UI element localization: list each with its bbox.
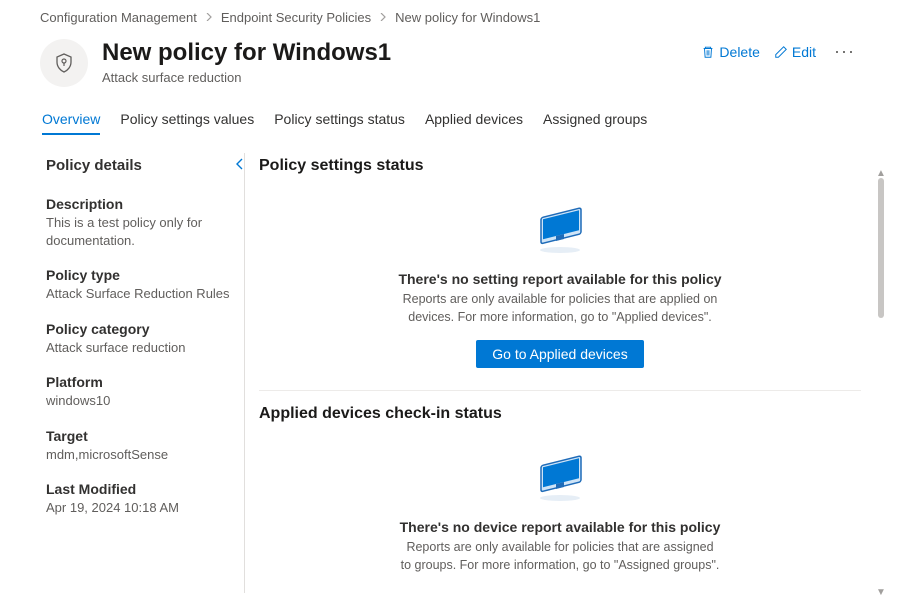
edit-button[interactable]: Edit [774,44,816,60]
detail-value: Attack surface reduction [46,339,232,357]
tab-policy-settings-status[interactable]: Policy settings status [274,111,405,135]
detail-description: Description This is a test policy only f… [46,196,232,249]
scrollbar[interactable]: ▲ ▼ [877,168,885,598]
empty-state-devices: There's no device report available for t… [259,451,861,590]
empty-devices-desc: Reports are only available for policies … [400,539,720,574]
empty-state-settings: There's no setting report available for … [259,203,861,391]
detail-label: Policy type [46,267,232,283]
scroll-down-arrow-icon[interactable]: ▼ [876,587,886,598]
detail-last-modified: Last Modified Apr 19, 2024 10:18 AM [46,481,232,517]
breadcrumb-item-1[interactable]: Endpoint Security Policies [221,10,371,25]
detail-value: This is a test policy only for documenta… [46,214,232,249]
detail-label: Policy category [46,321,232,337]
chevron-right-icon [379,12,387,24]
more-actions-button[interactable]: ··· [830,41,859,62]
section-applied-devices-title: Applied devices check-in status [259,405,861,423]
page-subtitle: Attack surface reduction [102,70,687,85]
page-title: New policy for Windows1 [102,39,687,68]
detail-value: Attack Surface Reduction Rules [46,285,232,303]
policy-shield-icon [40,39,88,87]
edit-label: Edit [792,44,816,60]
empty-settings-title: There's no setting report available for … [289,271,831,287]
detail-label: Last Modified [46,481,232,497]
breadcrumb-item-0[interactable]: Configuration Management [40,10,197,25]
section-policy-settings-status-title: Policy settings status [259,157,861,175]
detail-label: Description [46,196,232,212]
monitor-illustration-icon [528,203,592,255]
detail-platform: Platform windows10 [46,374,232,410]
collapse-panel-button[interactable] [234,157,246,173]
detail-value: windows10 [46,392,232,410]
delete-button[interactable]: Delete [701,44,759,60]
detail-value: mdm,microsoftSense [46,446,232,464]
tab-policy-settings-values[interactable]: Policy settings values [120,111,254,135]
tabs: Overview Policy settings values Policy s… [0,87,899,135]
main-panel: Policy settings status There's no settin… [259,153,879,590]
breadcrumb: Configuration Management Endpoint Securi… [0,0,899,33]
monitor-illustration-icon [528,451,592,503]
detail-value: Apr 19, 2024 10:18 AM [46,499,232,517]
tab-assigned-groups[interactable]: Assigned groups [543,111,647,135]
scroll-thumb[interactable] [878,178,884,318]
detail-policy-category: Policy category Attack surface reduction [46,321,232,357]
detail-target: Target mdm,microsoftSense [46,428,232,464]
chevron-right-icon [205,12,213,24]
detail-label: Platform [46,374,232,390]
policy-details-panel: Policy details Description This is a tes… [40,153,240,590]
tab-overview[interactable]: Overview [42,111,100,135]
breadcrumb-item-2: New policy for Windows1 [395,10,540,25]
detail-label: Target [46,428,232,444]
policy-details-title: Policy details [46,157,232,174]
tab-applied-devices[interactable]: Applied devices [425,111,523,135]
empty-devices-title: There's no device report available for t… [289,519,831,535]
detail-policy-type: Policy type Attack Surface Reduction Rul… [46,267,232,303]
trash-icon [701,45,715,59]
vertical-divider [244,153,245,593]
delete-label: Delete [719,44,759,60]
pencil-icon [774,45,788,59]
empty-settings-desc: Reports are only available for policies … [400,291,720,326]
go-to-applied-devices-button[interactable]: Go to Applied devices [476,340,643,368]
